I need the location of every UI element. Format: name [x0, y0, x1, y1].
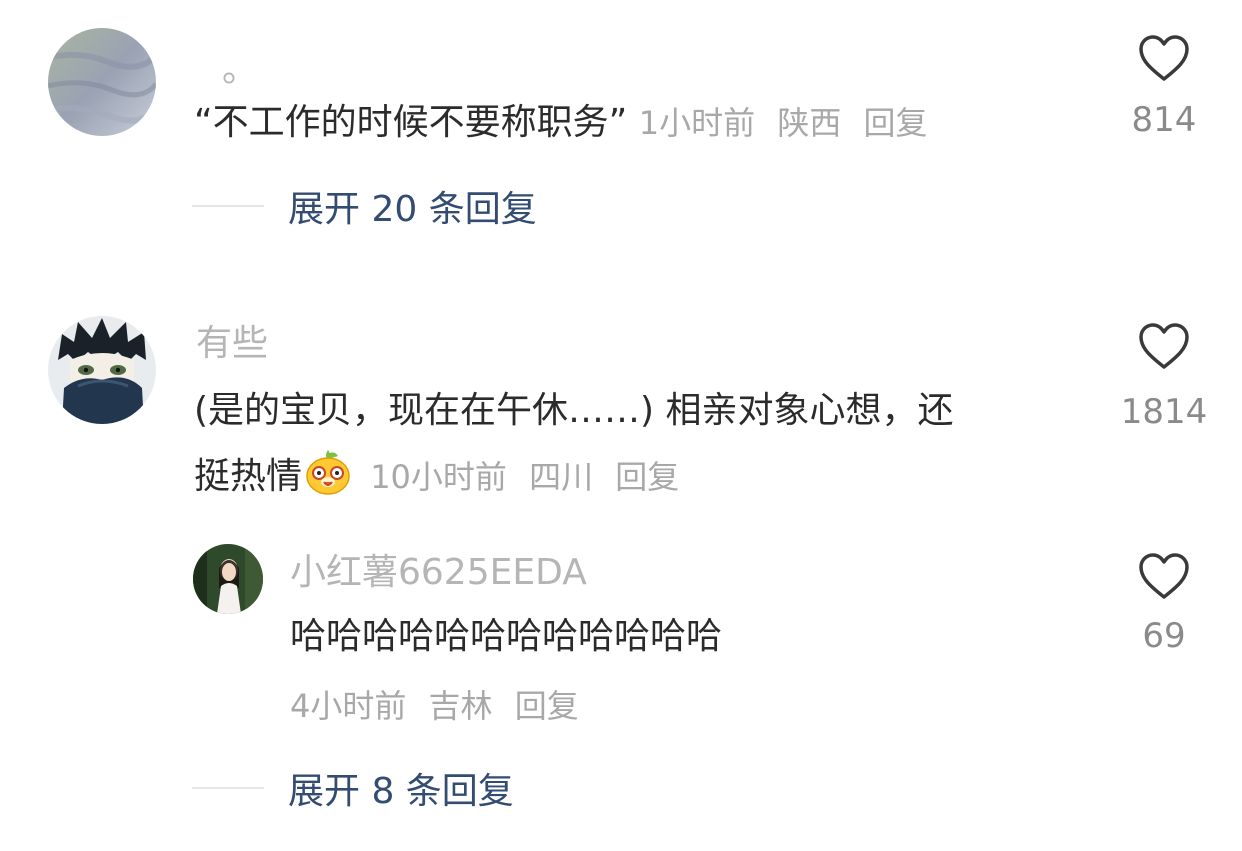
comment-text[interactable]: (是的宝贝，现在在午休……) 相亲对象心想，还 挺热情 10小时前 四川 回复 — [194, 378, 1094, 510]
divider — [192, 787, 264, 789]
heart-outline-icon — [1139, 35, 1189, 81]
comment-body-line2: 挺热情 — [194, 456, 303, 497]
like-count: 69 — [1142, 616, 1186, 656]
like-button[interactable]: 814 — [1116, 34, 1212, 140]
reply-location: 吉林 — [428, 687, 493, 725]
reply-meta: 4小时前 吉林 回复 — [290, 686, 591, 726]
comment-time: 10小时前 — [370, 458, 507, 496]
like-count: 1814 — [1120, 392, 1208, 432]
comment-body-line2-container: 挺热情 10小时前 四川 回复 — [194, 444, 1094, 510]
like-button[interactable]: 1814 — [1116, 322, 1212, 432]
comment-location: 陕西 — [777, 104, 842, 142]
comment-meta: 10小时前 四川 回复 — [360, 458, 691, 496]
reply-text[interactable]: 哈哈哈哈哈哈哈哈哈哈哈哈 — [290, 604, 1050, 670]
comment-text[interactable]: “不工作的时候不要称职务” 1小时前 陕西 回复 — [194, 90, 1094, 156]
heart-outline-icon — [1139, 553, 1189, 599]
expand-replies-label: 展开 20 条回复 — [288, 189, 537, 230]
like-count: 814 — [1131, 100, 1197, 140]
expand-replies[interactable]: 展开 8 条回复 — [192, 768, 514, 812]
reply-button[interactable]: 回复 — [515, 687, 579, 725]
comment-body-line1: (是的宝贝，现在在午休……) 相亲对象心想，还 — [194, 390, 954, 431]
divider — [192, 205, 264, 207]
avatar[interactable] — [48, 28, 156, 136]
reply-like-button[interactable]: 69 — [1116, 552, 1212, 656]
expand-replies[interactable]: 展开 20 条回复 — [192, 186, 537, 230]
yellow-dog-face-emoji — [306, 450, 350, 495]
comment-username[interactable]: 有些 — [196, 322, 268, 366]
reply-avatar[interactable] — [193, 544, 263, 614]
comment-username[interactable]: 。 — [222, 48, 258, 92]
avatar[interactable] — [48, 316, 156, 424]
reply-username[interactable]: 小红薯6625EEDA — [290, 551, 587, 595]
comment-time: 1小时前 — [638, 104, 756, 142]
comment-body: “不工作的时候不要称职务” — [194, 102, 628, 143]
reply-button[interactable]: 回复 — [615, 458, 679, 496]
comment-location: 四川 — [529, 458, 594, 496]
expand-replies-label: 展开 8 条回复 — [288, 771, 514, 812]
comment-meta: 1小时前 陕西 回复 — [639, 104, 940, 142]
reply-button[interactable]: 回复 — [864, 104, 928, 142]
heart-outline-icon — [1139, 323, 1189, 369]
reply-time: 4小时前 — [290, 687, 407, 725]
